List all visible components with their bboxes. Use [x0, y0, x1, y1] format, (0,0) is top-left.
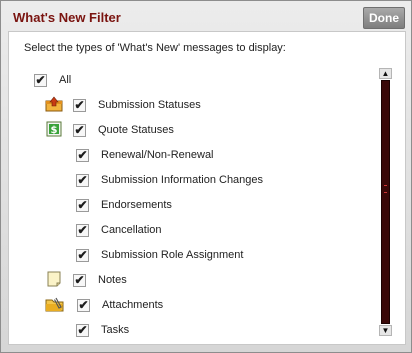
- filter-label-cancellation: Cancellation: [101, 224, 162, 236]
- filter-label-quote-statuses: Quote Statuses: [98, 124, 174, 136]
- filter-item-submission-statuses[interactable]: ✔ Submission Statuses: [73, 96, 201, 114]
- done-button[interactable]: Done: [363, 7, 405, 29]
- filter-item-submission-information-changes[interactable]: ✔ Submission Information Changes: [76, 171, 263, 189]
- filter-item-all[interactable]: ✔ All: [34, 71, 71, 89]
- filter-item-quote-statuses[interactable]: ✔ Quote Statuses: [73, 121, 174, 139]
- submission-status-icon: [45, 96, 63, 112]
- filter-item-cancellation[interactable]: ✔ Cancellation: [76, 221, 162, 239]
- folder-paperclip-icon: [45, 296, 64, 312]
- list-scrollbar[interactable]: ▲ ▼: [379, 68, 392, 336]
- instruction-text: Select the types of 'What's New' message…: [24, 42, 286, 54]
- filter-item-tasks[interactable]: ✔ Tasks: [76, 321, 129, 339]
- filter-label-attachments: Attachments: [102, 299, 164, 311]
- filter-label-submission-role-assignment: Submission Role Assignment: [101, 249, 244, 261]
- checkbox-cancellation[interactable]: ✔: [76, 223, 89, 237]
- filter-label-notes: Notes: [98, 274, 127, 286]
- scroll-thumb-grip[interactable]: [384, 185, 387, 193]
- filter-item-submission-role-assignment[interactable]: ✔ Submission Role Assignment: [76, 246, 243, 264]
- checkbox-attachments[interactable]: ✔: [77, 298, 90, 312]
- checkbox-endorsements[interactable]: ✔: [76, 198, 89, 212]
- filter-item-endorsements[interactable]: ✔ Endorsements: [76, 196, 172, 214]
- scroll-up-arrow-icon[interactable]: ▲: [379, 68, 392, 79]
- checkbox-submission-role-assignment[interactable]: ✔: [76, 248, 89, 262]
- filter-label-renewal: Renewal/Non-Renewal: [101, 149, 214, 161]
- whats-new-filter-dialog: What's New Filter Done Select the types …: [0, 0, 412, 353]
- scroll-down-arrow-icon[interactable]: ▼: [379, 325, 392, 336]
- filter-item-renewal[interactable]: ✔ Renewal/Non-Renewal: [76, 146, 214, 164]
- dialog-title: What's New Filter: [13, 10, 121, 25]
- checkbox-all[interactable]: ✔: [34, 73, 47, 87]
- filter-label-endorsements: Endorsements: [101, 199, 172, 211]
- filter-item-attachments[interactable]: ✔ Attachments: [77, 296, 163, 314]
- dollar-icon: $: [45, 121, 63, 137]
- filter-label-submission-statuses: Submission Statuses: [98, 99, 201, 111]
- checkbox-tasks[interactable]: ✔: [76, 323, 89, 337]
- checkbox-renewal[interactable]: ✔: [76, 148, 89, 162]
- scroll-track[interactable]: [381, 80, 390, 324]
- filter-panel: Select the types of 'What's New' message…: [8, 31, 406, 345]
- checkbox-submission-statuses[interactable]: ✔: [73, 98, 86, 112]
- svg-text:$: $: [51, 125, 58, 136]
- checkbox-submission-information-changes[interactable]: ✔: [76, 173, 89, 187]
- filter-item-notes[interactable]: ✔ Notes: [73, 271, 127, 289]
- checkbox-quote-statuses[interactable]: ✔: [73, 123, 86, 137]
- checkbox-notes[interactable]: ✔: [73, 273, 86, 287]
- note-icon: [45, 271, 63, 287]
- filter-label-all: All: [59, 74, 72, 86]
- filter-label-submission-information-changes: Submission Information Changes: [101, 174, 264, 186]
- filter-label-tasks: Tasks: [101, 324, 130, 336]
